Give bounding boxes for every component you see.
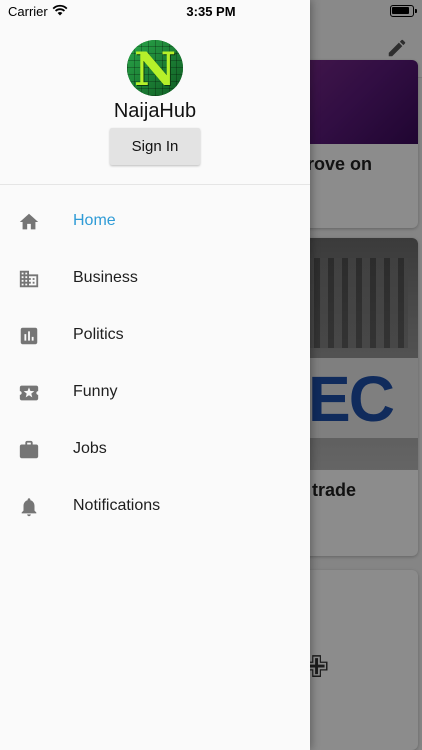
app-logo: N (127, 40, 183, 96)
status-bar: Carrier 3:35 PM (0, 0, 422, 22)
menu-item-label: Business (73, 269, 138, 286)
briefcase-icon (19, 440, 39, 459)
app-logo-letter: N (133, 42, 177, 96)
sign-in-button[interactable]: Sign In (110, 128, 200, 165)
building-icon (19, 270, 39, 288)
home-icon (19, 213, 39, 230)
menu-item-label: Jobs (73, 440, 107, 457)
menu-item-business[interactable]: Business (0, 250, 310, 307)
menu-item-label: Politics (73, 326, 124, 343)
menu-item-label: Notifications (73, 497, 161, 514)
navigation-drawer: N NaijaHub Sign In Home Business Politic… (0, 0, 310, 750)
drawer-header: N NaijaHub Sign In (0, 0, 310, 185)
app-name: NaijaHub (113, 100, 197, 122)
star-ticket-icon (19, 385, 39, 401)
clock: 3:35 PM (186, 4, 236, 19)
bell-icon (21, 498, 37, 517)
battery-icon (390, 5, 417, 17)
menu-item-label: Funny (73, 383, 118, 400)
menu-item-home[interactable]: Home (0, 193, 310, 250)
bar-chart-icon (20, 327, 38, 345)
menu-item-notifications[interactable]: Notifications (0, 478, 310, 535)
menu-item-funny[interactable]: Funny (0, 364, 310, 421)
menu-item-label: Home (73, 212, 116, 229)
drawer-menu: Home Business Politics Funny Jobs Notifi… (0, 193, 310, 535)
menu-item-jobs[interactable]: Jobs (0, 421, 310, 478)
menu-item-politics[interactable]: Politics (0, 307, 310, 364)
